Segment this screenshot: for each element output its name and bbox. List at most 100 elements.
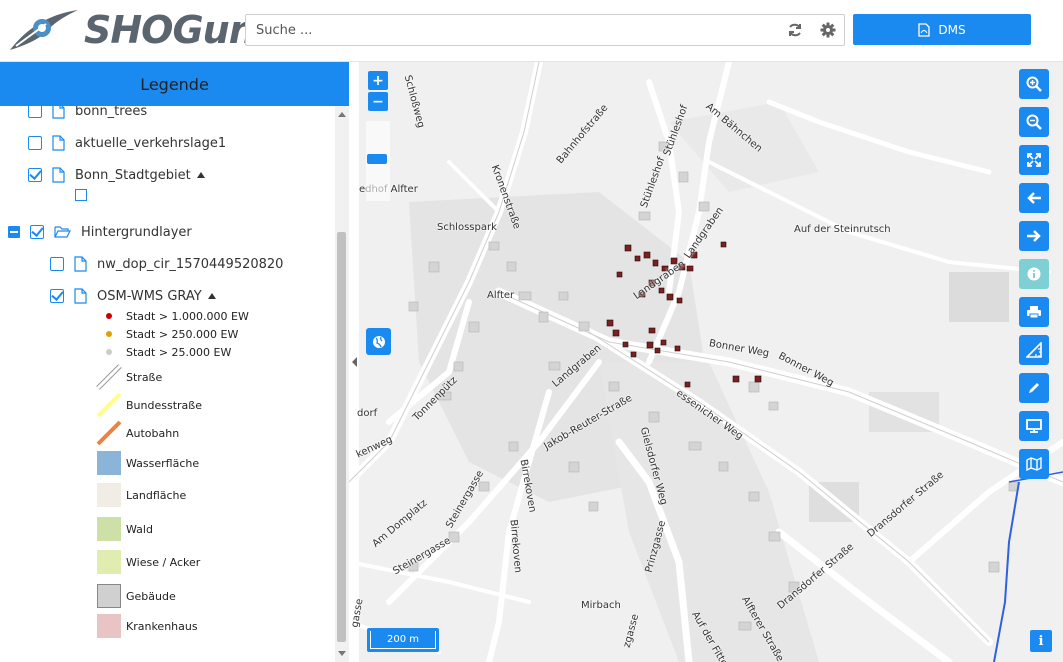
zoom-in-button[interactable]: + [368, 71, 388, 90]
map-label: Auf der Steinrutsch [794, 224, 891, 235]
pencil-icon [1029, 383, 1039, 393]
refresh-icon[interactable] [787, 22, 803, 38]
toolbar-zoom-out-button[interactable] [1019, 107, 1049, 137]
file-icon [52, 106, 65, 119]
monitor-icon [1026, 419, 1042, 433]
zoom-slider-knob[interactable] [367, 154, 387, 164]
zoom-in-icon [1026, 76, 1042, 92]
layer-label: bonn_trees [75, 106, 148, 119]
measure-icon [1026, 342, 1042, 358]
city-large-dot [106, 313, 112, 319]
fullscreen-icon [1027, 153, 1041, 167]
layer-row-stadtgebiet[interactable]: Bonn_Stadtgebiet [28, 164, 205, 186]
legend-panel: Legende bonn_trees aktuelle_verkehrslage… [0, 62, 349, 662]
collapse-legend-icon[interactable] [196, 172, 205, 178]
layer-row-osm-wms-gray[interactable]: OSM-WMS GRAY [50, 285, 216, 307]
toolbar-print-button[interactable] [1019, 297, 1049, 327]
zoom-out-button[interactable]: − [368, 92, 388, 111]
legend-item: Wasserfläche [96, 450, 199, 476]
forest-swatch [97, 517, 121, 541]
toolbar-info-button[interactable] [1019, 259, 1049, 289]
file-icon [74, 256, 87, 272]
map-toolbar [1019, 69, 1051, 487]
layer-row-verkehrslage[interactable]: aktuelle_verkehrslage1 [28, 132, 226, 154]
info-icon [1027, 267, 1041, 281]
layer-checkbox[interactable] [50, 257, 64, 271]
file-icon [52, 167, 65, 183]
folder-open-icon [54, 226, 71, 238]
toolbar-zoom-in-button[interactable] [1019, 69, 1049, 99]
layer-label: nw_dop_cir_1570449520820 [97, 256, 284, 272]
city-medium-dot [106, 331, 112, 337]
logo-emblem-icon [10, 10, 78, 50]
layer-label: OSM-WMS GRAY [97, 288, 202, 304]
layer-row-hintergrundlayer[interactable]: Hintergrundlayer [8, 221, 192, 243]
layer-label: aktuelle_verkehrslage1 [75, 135, 227, 151]
collapse-panel-icon[interactable] [352, 357, 357, 367]
legend-item: Wiese / Acker [96, 549, 200, 575]
stadtgebiet-legend-swatch [75, 189, 87, 201]
globe-icon [372, 335, 385, 348]
legend-item: Straße [96, 364, 162, 390]
toolbar-presentation-button[interactable] [1019, 411, 1049, 441]
arrow-right-icon [1027, 230, 1041, 242]
water-swatch [97, 451, 121, 475]
layer-row-bonn-trees[interactable]: bonn_trees [28, 106, 147, 122]
dms-label: DMS [938, 22, 966, 37]
search-input[interactable] [246, 15, 776, 45]
toolbar-draw-button[interactable] [1019, 373, 1049, 403]
layer-row-nw-dop[interactable]: nw_dop_cir_1570449520820 [50, 253, 283, 275]
city-small-dot [106, 349, 112, 355]
scroll-thumb[interactable] [337, 232, 346, 642]
header: SHOGun DMS [0, 0, 1063, 62]
scroll-down-icon[interactable] [338, 651, 346, 656]
legend-title: Legende [0, 62, 349, 106]
logo-text: SHOGun [84, 8, 256, 52]
legend-item: Wald [96, 516, 153, 542]
map-label: Schlosspark [437, 222, 497, 233]
arrow-left-icon [1027, 192, 1041, 204]
gear-icon[interactable] [820, 22, 836, 38]
zoom-control: + − [366, 71, 390, 201]
federal-road-symbol [96, 392, 122, 418]
globe-button[interactable] [366, 328, 391, 355]
collapse-legend-icon[interactable] [207, 293, 216, 299]
layer-label: Bonn_Stadtgebiet [75, 167, 191, 183]
meadow-swatch [97, 550, 121, 574]
layer-checkbox[interactable] [28, 136, 42, 150]
layer-checkbox[interactable] [28, 168, 42, 182]
map-view[interactable]: Schloßweg Kronenstraße Bahnhofstraße Stü… [349, 62, 1063, 662]
layer-checkbox[interactable] [30, 225, 44, 239]
toolbar-fullscreen-button[interactable] [1019, 145, 1049, 175]
zoom-slider[interactable] [366, 121, 390, 201]
legend-scrollbar[interactable] [335, 106, 349, 662]
legend-item: Autobahn [96, 420, 179, 446]
layer-checkbox[interactable] [28, 106, 42, 118]
search-field[interactable] [245, 14, 845, 46]
layer-checkbox[interactable] [50, 289, 64, 303]
layer-label: Hintergrundlayer [81, 224, 192, 240]
street-symbol [96, 364, 122, 390]
map-icon [1026, 457, 1042, 471]
toolbar-measure-button[interactable] [1019, 335, 1049, 365]
app: SHOGun DMS [0, 0, 1063, 662]
scroll-up-icon[interactable] [338, 112, 346, 117]
legend-item: Krankenhaus [96, 613, 198, 639]
logo[interactable]: SHOGun [6, 6, 256, 56]
map-label: dorf [357, 408, 378, 419]
legend-item: Stadt > 25.000 EW [96, 342, 231, 362]
zoom-out-icon [1026, 114, 1042, 130]
land-swatch [97, 483, 121, 507]
motorway-symbol [96, 420, 122, 446]
file-icon [74, 288, 87, 304]
toolbar-forward-button[interactable] [1019, 221, 1049, 251]
pdf-file-icon [918, 22, 931, 37]
collapse-group-icon[interactable] [8, 226, 20, 238]
legend-item: Landfläche [96, 482, 186, 508]
dms-button[interactable]: DMS [853, 14, 1031, 45]
hospital-swatch [97, 614, 121, 638]
map-info-button[interactable]: i [1030, 630, 1052, 652]
toolbar-map-button[interactable] [1019, 449, 1049, 479]
print-icon [1027, 306, 1041, 319]
toolbar-back-button[interactable] [1019, 183, 1049, 213]
